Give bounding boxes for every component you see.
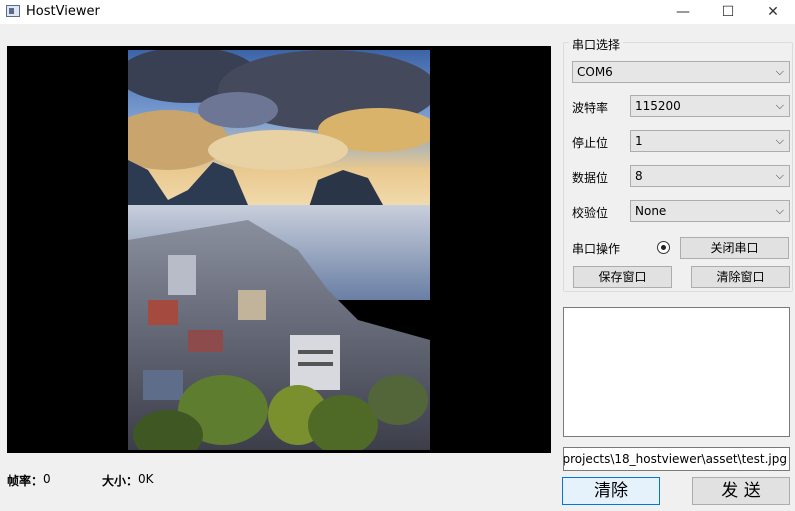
send-input[interactable]: e\projects\18_hostviewer\asset\test.jpg: [563, 447, 790, 471]
baud-label: 波特率: [572, 101, 609, 115]
radio-dot: [661, 245, 666, 250]
baud-select[interactable]: 115200 ⌵: [630, 95, 790, 117]
chevron-down-icon: ⌵: [775, 134, 784, 147]
video-display: [7, 46, 551, 453]
close-button[interactable]: ✕: [750, 0, 795, 24]
title-bar: HostViewer — ☐ ✕: [0, 0, 795, 24]
minimize-button[interactable]: —: [660, 0, 706, 24]
port-value: COM6: [577, 65, 613, 79]
stop-bits-select[interactable]: 1 ⌵: [630, 130, 790, 152]
send-button[interactable]: 发 送: [692, 477, 790, 505]
parity-value: None: [635, 204, 667, 218]
window-title: HostViewer: [26, 4, 100, 19]
chevron-down-icon: ⌵: [775, 204, 784, 217]
data-bits-select[interactable]: 8 ⌵: [630, 165, 790, 187]
fps-label: 帧率：: [7, 474, 44, 488]
port-select[interactable]: COM6 ⌵: [572, 61, 790, 83]
save-window-button[interactable]: 保存窗口: [573, 266, 672, 288]
parity-label: 校验位: [572, 206, 609, 220]
chevron-down-icon: ⌵: [775, 99, 784, 112]
send-input-value: e\projects\18_hostviewer\asset\test.jpg: [563, 452, 787, 466]
serial-group-title: 串口选择: [569, 36, 624, 53]
close-serial-button[interactable]: 关闭串口: [680, 237, 789, 259]
clear-window-button[interactable]: 清除窗口: [691, 266, 790, 288]
stop-bits-label: 停止位: [572, 136, 609, 150]
clear-button[interactable]: 清除: [562, 477, 660, 505]
app-icon: [6, 5, 20, 17]
serial-operation-label: 串口操作: [572, 242, 621, 256]
size-label: 大小：: [102, 474, 139, 488]
city-landscape-picture: [128, 50, 430, 450]
stop-bits-value: 1: [635, 134, 643, 148]
chevron-down-icon: ⌵: [775, 65, 784, 78]
size-value: 0K: [138, 472, 154, 486]
serial-status-radio[interactable]: [657, 241, 670, 254]
chevron-down-icon: ⌵: [775, 169, 784, 182]
baud-value: 115200: [635, 99, 681, 113]
maximize-button[interactable]: ☐: [705, 0, 751, 24]
data-bits-label: 数据位: [572, 171, 609, 185]
fps-value: 0: [43, 472, 51, 486]
parity-select[interactable]: None ⌵: [630, 200, 790, 222]
received-image: [128, 50, 430, 450]
receive-textarea[interactable]: [563, 307, 790, 437]
data-bits-value: 8: [635, 169, 643, 183]
